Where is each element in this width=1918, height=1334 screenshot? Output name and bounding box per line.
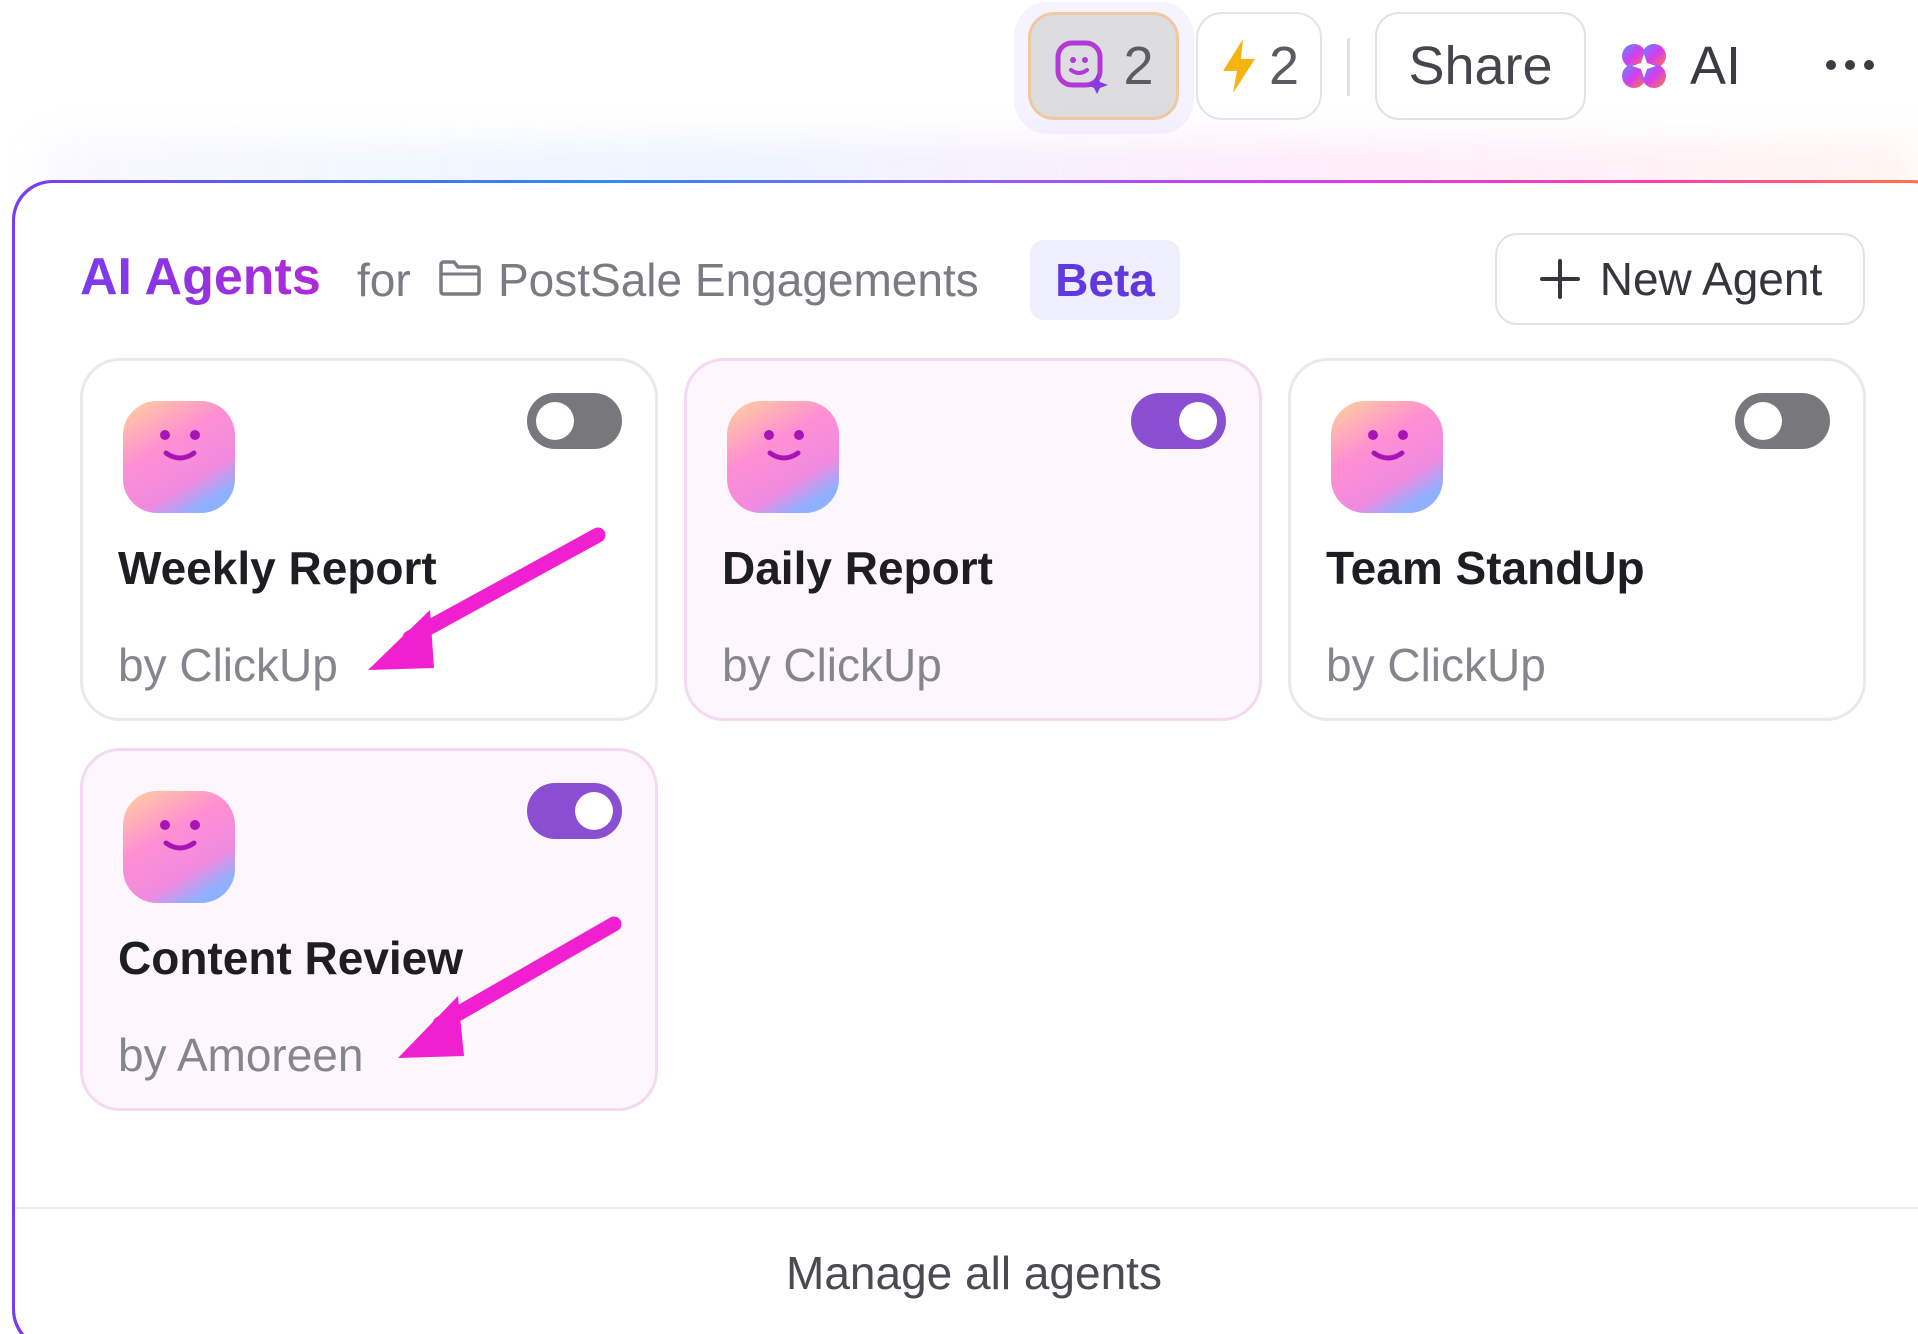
- agent-avatar-icon: [1331, 401, 1443, 513]
- agent-avatar-icon: [123, 791, 235, 903]
- footer-divider: [15, 1207, 1918, 1209]
- more-dot: [1864, 60, 1874, 70]
- agent-name: Team StandUp: [1326, 542, 1645, 594]
- agent-card-content-review[interactable]: Content Review by Amoreen: [80, 748, 658, 1111]
- agents-button[interactable]: 2: [1028, 12, 1179, 120]
- plus-icon: [1539, 259, 1580, 299]
- agent-avatar-icon: [727, 401, 839, 513]
- manage-all-agents-link[interactable]: Manage all agents: [15, 1213, 1918, 1333]
- more-dot: [1845, 60, 1855, 70]
- agent-name: Content Review: [118, 932, 464, 984]
- agent-enable-toggle[interactable]: [527, 393, 622, 449]
- new-agent-label: New Agent: [1599, 253, 1823, 305]
- share-button[interactable]: Share: [1375, 12, 1586, 120]
- agent-enable-toggle[interactable]: [527, 783, 622, 839]
- folder-name[interactable]: PostSale Engagements: [498, 253, 979, 307]
- toggle-knob: [536, 402, 574, 440]
- beta-badge: Beta: [1030, 240, 1180, 320]
- ai-label: AI: [1690, 36, 1742, 96]
- toolbar-divider: [1347, 38, 1350, 96]
- agent-author: by Amoreen: [118, 1029, 364, 1081]
- agents-count: 2: [1123, 36, 1154, 96]
- agent-card-team-standup[interactable]: Team StandUp by ClickUp: [1288, 358, 1866, 721]
- agent-enable-toggle[interactable]: [1735, 393, 1830, 449]
- agent-author: by ClickUp: [1326, 639, 1546, 691]
- agent-name: Daily Report: [722, 542, 993, 594]
- agent-author: by ClickUp: [722, 639, 942, 691]
- panel-title: AI Agents: [80, 248, 321, 306]
- agent-author: by ClickUp: [118, 639, 338, 691]
- automations-button[interactable]: 2: [1196, 12, 1322, 120]
- lightning-bolt-icon: [1222, 39, 1255, 93]
- ai-button[interactable]: AI: [1614, 12, 1764, 120]
- ai-sparkle-icon: [1622, 44, 1666, 88]
- top-toolbar: 2 2 Share AI: [0, 0, 1918, 135]
- agent-card-weekly-report[interactable]: Weekly Report by ClickUp: [80, 358, 658, 721]
- automations-count: 2: [1268, 36, 1300, 96]
- toggle-knob: [1179, 402, 1217, 440]
- toggle-knob: [1744, 402, 1782, 440]
- new-agent-button[interactable]: New Agent: [1495, 233, 1865, 325]
- agent-name: Weekly Report: [118, 542, 437, 594]
- for-label: for: [357, 254, 411, 306]
- toggle-knob: [575, 792, 613, 830]
- agent-face-icon: [1055, 40, 1109, 94]
- agent-enable-toggle[interactable]: [1131, 393, 1226, 449]
- folder-icon: [439, 260, 481, 296]
- more-options-button[interactable]: [1812, 30, 1888, 100]
- more-dot: [1826, 60, 1836, 70]
- page: 2 2 Share AI AI Agents for PostSale Enga…: [0, 0, 1918, 1334]
- agent-avatar-icon: [123, 401, 235, 513]
- agent-card-daily-report[interactable]: Daily Report by ClickUp: [684, 358, 1262, 721]
